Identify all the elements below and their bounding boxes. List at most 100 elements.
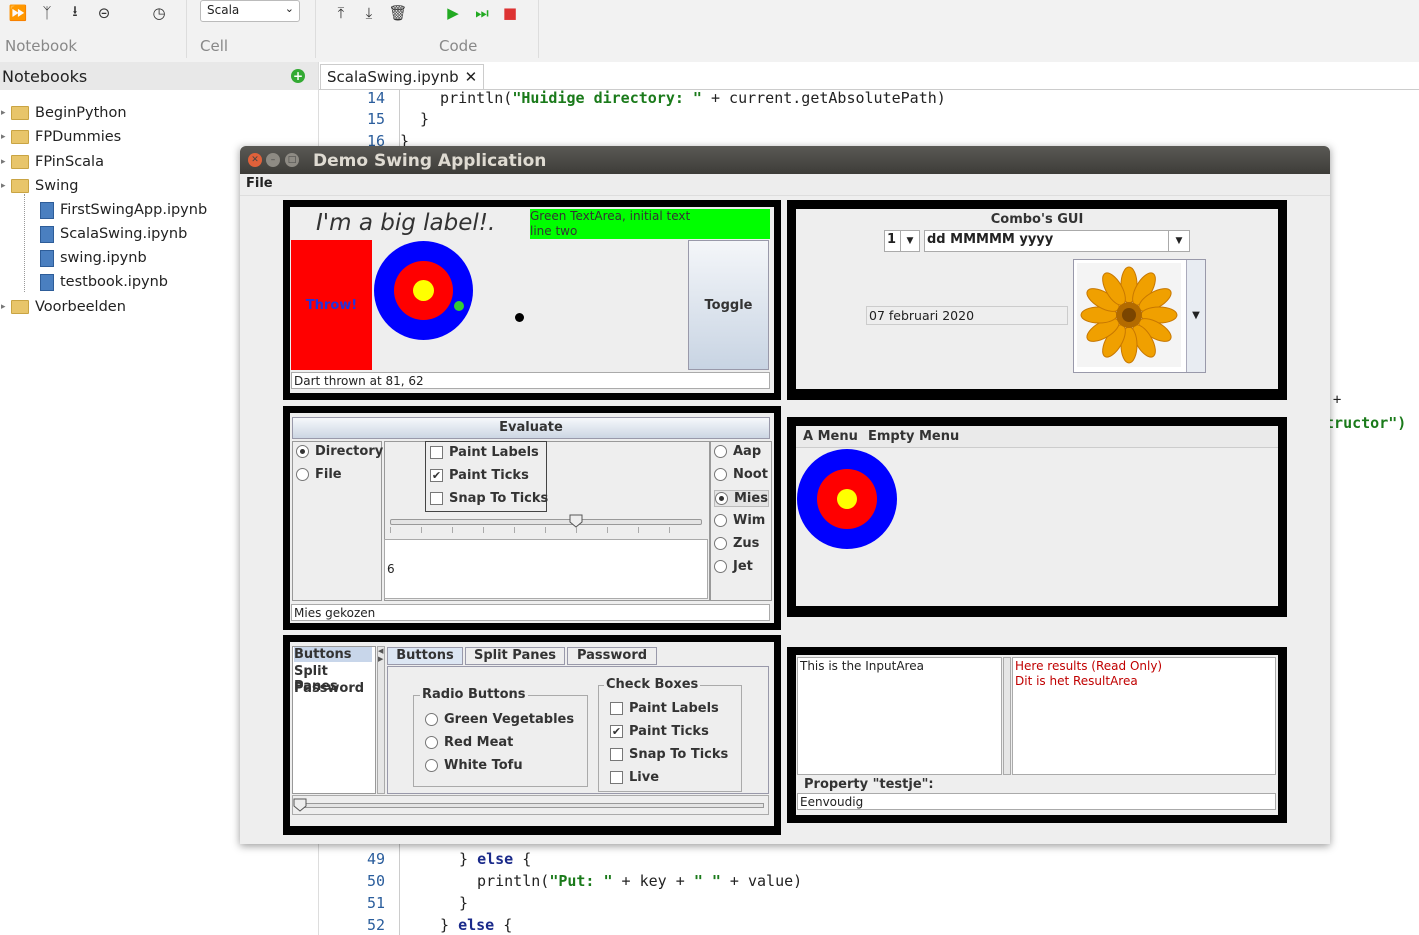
- tab-buttons[interactable]: Buttons: [387, 647, 463, 665]
- code-line[interactable]: }: [420, 110, 429, 128]
- checkbox-label: Paint Ticks: [629, 724, 709, 739]
- code-line[interactable]: } else {: [440, 916, 512, 934]
- tree-folder[interactable]: ▸ BeginPython: [1, 102, 127, 124]
- radio-aap[interactable]: Aap: [714, 444, 761, 459]
- radio-indicator: [714, 560, 727, 573]
- tree-notebook[interactable]: FirstSwingApp.ipynb: [40, 199, 207, 221]
- expand-icon[interactable]: ▸: [1, 157, 6, 167]
- close-icon[interactable]: ✕: [465, 68, 478, 86]
- check-snap-to-ticks[interactable]: Snap To Ticks: [610, 747, 728, 762]
- code-line[interactable]: println("Put: " + key + " " + value): [459, 872, 802, 890]
- check-paint-labels[interactable]: Paint Labels: [430, 445, 539, 460]
- check-paint-ticks[interactable]: ✔ Paint Ticks: [430, 468, 529, 483]
- radio-jet[interactable]: Jet: [714, 559, 753, 574]
- page-list-item[interactable]: Password: [294, 681, 372, 696]
- input-area[interactable]: This is the InputArea: [797, 657, 1002, 775]
- close-icon[interactable]: ✕: [248, 153, 262, 167]
- radio-red-meat[interactable]: Red Meat: [425, 735, 513, 750]
- format-combo-value: dd MMMMM yyyy: [927, 232, 1054, 247]
- branch-icon[interactable]: ᛉ: [36, 3, 58, 23]
- stop-square-icon[interactable]: ■: [499, 3, 521, 23]
- chevron-down-icon[interactable]: ▼: [1186, 260, 1205, 372]
- slider-thumb[interactable]: [293, 797, 307, 812]
- toggle-button[interactable]: Toggle: [688, 240, 769, 370]
- stop-icon[interactable]: ⊝: [93, 3, 115, 23]
- chevron-down-icon: ⌄: [284, 2, 294, 15]
- move-up-icon[interactable]: ⤒: [330, 3, 352, 23]
- image-combo[interactable]: ▼: [1073, 259, 1206, 373]
- add-notebook-icon[interactable]: +: [291, 69, 305, 83]
- green-textarea[interactable]: Green TextArea, initial text line two: [530, 209, 770, 239]
- minimize-icon[interactable]: –: [266, 153, 280, 167]
- check-snap-to-ticks[interactable]: Snap To Ticks: [430, 491, 548, 506]
- clock-icon[interactable]: ◷: [148, 3, 170, 23]
- expand-icon[interactable]: ▸: [1, 132, 6, 142]
- chevron-down-icon[interactable]: ▼: [1168, 231, 1189, 251]
- maximize-icon[interactable]: □: [285, 153, 299, 167]
- menu-file[interactable]: File: [246, 176, 273, 191]
- radio-label: Red Meat: [444, 735, 514, 750]
- radio-zus[interactable]: Zus: [714, 536, 759, 551]
- throw-button[interactable]: Throw!: [291, 240, 372, 370]
- radio-wim[interactable]: Wim: [714, 513, 765, 528]
- folder-icon: [11, 300, 29, 314]
- run-icon[interactable]: ▶: [442, 3, 464, 23]
- bottom-slider-track[interactable]: [296, 803, 764, 808]
- page-list-item[interactable]: Buttons: [294, 647, 372, 662]
- run-all-icon[interactable]: ⏩: [7, 3, 29, 23]
- tab-split-panes[interactable]: Split Panes: [465, 647, 565, 665]
- evaluate-button[interactable]: Evaluate: [292, 417, 770, 439]
- property-field[interactable]: Eenvoudig: [797, 793, 1276, 810]
- tree-item-label: Swing: [35, 178, 79, 194]
- swing-window: ✕ – □ Demo Swing Application File I'm a …: [240, 146, 1330, 844]
- run-next-icon[interactable]: ⏭: [471, 3, 493, 23]
- code-token: println(: [459, 872, 550, 890]
- expand-icon[interactable]: ▸: [1, 108, 6, 118]
- radio-noot[interactable]: Noot: [714, 467, 768, 482]
- tab-password[interactable]: Password: [567, 647, 657, 665]
- kernel-select[interactable]: Scala ⌄: [200, 0, 300, 22]
- check-paint-ticks[interactable]: ✔ Paint Ticks: [610, 724, 709, 739]
- split-divider[interactable]: [1003, 657, 1011, 775]
- code-token: {: [513, 850, 532, 868]
- delete-icon[interactable]: 🗑: [387, 3, 409, 23]
- radio-green-vegetables[interactable]: Green Vegetables: [425, 712, 574, 727]
- radio-indicator: [715, 492, 728, 505]
- tree-folder[interactable]: ▸ Voorbeelden: [1, 296, 126, 318]
- tree-folder[interactable]: ▸ FPinScala: [1, 151, 104, 173]
- expand-icon[interactable]: ▸: [1, 302, 6, 312]
- number-combo[interactable]: 1 ▼: [884, 230, 920, 252]
- tree-notebook[interactable]: swing.ipynb: [40, 247, 147, 269]
- move-down-icon[interactable]: ⤓: [358, 3, 380, 23]
- tab-scalaswing[interactable]: ScalaSwing.ipynb ✕: [320, 64, 485, 89]
- radio-white-tofu[interactable]: White Tofu: [425, 758, 523, 773]
- date-field[interactable]: 07 februari 2020: [866, 306, 1068, 325]
- dart-status-field[interactable]: Dart thrown at 81, 62: [291, 372, 770, 389]
- code-line[interactable]: println("Huidige directory: " + current.…: [422, 89, 946, 107]
- chevron-down-icon[interactable]: ▼: [900, 231, 919, 251]
- slider-track[interactable]: [390, 519, 702, 525]
- expand-icon[interactable]: ▸: [1, 181, 6, 191]
- value-field[interactable]: 6: [384, 539, 708, 599]
- tree-notebook[interactable]: ScalaSwing.ipynb: [40, 223, 187, 245]
- code-line[interactable]: }: [459, 894, 468, 912]
- swing-titlebar: ✕ – □ Demo Swing Application: [240, 146, 1330, 174]
- format-combo[interactable]: dd MMMMM yyyy ▼: [924, 230, 1190, 252]
- menu-panel-body: A Menu Empty Menu: [796, 426, 1278, 606]
- slider-thumb[interactable]: [569, 513, 583, 528]
- check-live[interactable]: Live: [610, 770, 659, 785]
- radio-mies[interactable]: Mies: [714, 490, 769, 507]
- tree-folder[interactable]: ▸ Swing: [1, 175, 79, 197]
- menu-a[interactable]: A Menu: [803, 429, 858, 444]
- code-line[interactable]: } else {: [459, 850, 531, 868]
- radio-label: Directory: [315, 444, 384, 459]
- menu-empty[interactable]: Empty Menu: [868, 429, 959, 444]
- check-paint-labels[interactable]: Paint Labels: [610, 701, 719, 716]
- tree-folder[interactable]: ▸ FPDummies: [1, 126, 121, 148]
- tree-notebook[interactable]: testbook.ipynb: [40, 271, 168, 293]
- evaluate-status-field[interactable]: Mies gekozen: [291, 604, 770, 621]
- radio-directory[interactable]: Directory: [296, 444, 383, 459]
- split-divider[interactable]: ◀ ▶: [377, 646, 385, 794]
- radio-file[interactable]: File: [296, 467, 342, 482]
- download-icon[interactable]: ⭳: [64, 2, 86, 23]
